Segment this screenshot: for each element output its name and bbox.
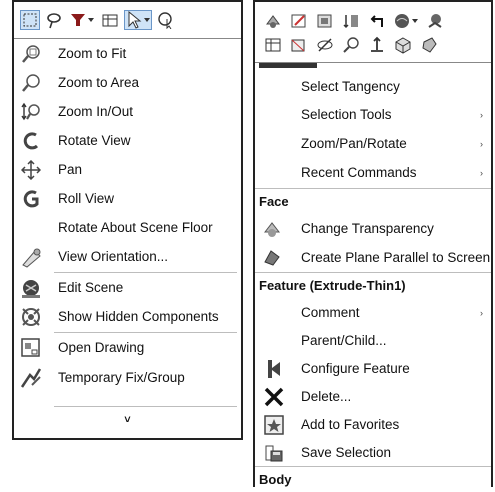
menu-item-roll-view[interactable]: Roll View bbox=[14, 184, 241, 213]
menu-item-edit-scene[interactable]: Edit Scene bbox=[14, 273, 241, 302]
menu-item-label: Pan bbox=[58, 162, 83, 177]
toolbar-divider bbox=[259, 63, 317, 68]
menu-item-label: Selection Tools bbox=[301, 107, 392, 122]
display-icon[interactable] bbox=[315, 11, 335, 31]
menu-item-label: Recent Commands bbox=[301, 165, 417, 180]
menu-item-save-selection[interactable]: Save Selection bbox=[255, 438, 491, 467]
pan-icon bbox=[20, 159, 42, 181]
table-icon[interactable] bbox=[100, 10, 120, 30]
part-icon[interactable] bbox=[419, 35, 439, 55]
menu-item-add-to-favorites[interactable]: Add to Favorites bbox=[255, 410, 491, 439]
more-items-button[interactable]: ˅ bbox=[14, 409, 241, 431]
menu-item-zoom-to-area[interactable]: Zoom to Area bbox=[14, 68, 241, 97]
menu-item-delete[interactable]: Delete... bbox=[255, 382, 491, 411]
menu-item-label: Select Tangency bbox=[301, 79, 400, 94]
menu-item-label: Delete... bbox=[301, 389, 352, 404]
zoom-fit-icon bbox=[20, 43, 42, 65]
submenu-arrow-icon: › bbox=[480, 307, 483, 318]
menu-item-label: Show Hidden Components bbox=[58, 309, 219, 324]
menu-item-label: Zoom to Fit bbox=[58, 46, 127, 61]
menu-item-configure-feature[interactable]: Configure Feature bbox=[255, 354, 491, 383]
plane-parallel-icon bbox=[261, 247, 283, 269]
menu-item-label: Zoom In/Out bbox=[58, 104, 134, 119]
back-arrow-icon[interactable] bbox=[367, 11, 387, 31]
submenu-arrow-icon: › bbox=[480, 167, 483, 178]
rotate-view-icon bbox=[20, 130, 42, 152]
transparency-icon bbox=[261, 218, 283, 240]
relations-icon[interactable] bbox=[341, 11, 361, 31]
section-header-feature: Feature (Extrude-Thin1) bbox=[255, 272, 491, 298]
configure-feature-icon bbox=[263, 358, 285, 380]
menu-item-label: View Orientation... bbox=[58, 249, 169, 264]
menu-item-label: Zoom to Area bbox=[58, 75, 140, 90]
smart-mates-icon[interactable] bbox=[263, 11, 283, 31]
menu-item-pan[interactable]: Pan bbox=[14, 155, 241, 184]
menu-item-label: Configure Feature bbox=[301, 361, 410, 376]
menu-item-label: Roll View bbox=[58, 191, 115, 206]
menu-item-create-plane-parallel[interactable]: Create Plane Parallel to Screen bbox=[255, 243, 491, 272]
menu-item-view-orientation[interactable]: View Orientation... bbox=[14, 242, 241, 271]
lasso-icon[interactable] bbox=[44, 10, 64, 30]
menu-item-select-tangency[interactable]: Select Tangency bbox=[255, 72, 491, 101]
magnify-select-icon[interactable] bbox=[156, 10, 176, 30]
menu-item-label: Comment bbox=[301, 305, 360, 320]
temp-fix-icon bbox=[20, 367, 42, 389]
menu-item-temporary-fix-group[interactable]: Temporary Fix/Group bbox=[14, 363, 241, 392]
menu-item-label: Save Selection bbox=[301, 445, 392, 460]
hide-icon[interactable] bbox=[315, 35, 335, 55]
box-select-icon[interactable] bbox=[20, 10, 40, 30]
appearance-icon[interactable] bbox=[393, 11, 419, 31]
show-hidden-icon bbox=[20, 306, 42, 328]
menu-item-label: Rotate View bbox=[58, 133, 131, 148]
menu-item-label: Open Drawing bbox=[58, 340, 145, 355]
zoom-in-out-icon bbox=[20, 101, 42, 123]
menu-item-label: Edit Scene bbox=[58, 280, 124, 295]
open-drawing-icon bbox=[20, 337, 42, 359]
menu-item-label: Zoom/Pan/Rotate bbox=[301, 136, 407, 151]
menu-item-selection-tools[interactable]: Selection Tools › bbox=[255, 100, 491, 129]
menu-item-zoom-to-fit[interactable]: Zoom to Fit bbox=[14, 39, 241, 68]
table-icon[interactable] bbox=[263, 35, 283, 55]
view-context-menu: Zoom to Fit Zoom to Area Zoom In/Out Rot… bbox=[12, 0, 243, 440]
menu-item-zoom-pan-rotate[interactable]: Zoom/Pan/Rotate › bbox=[255, 129, 491, 158]
right-toolbar bbox=[255, 2, 491, 63]
menu-item-zoom-in-out[interactable]: Zoom In/Out bbox=[14, 97, 241, 126]
section-header-face: Face bbox=[255, 188, 491, 214]
edit-scene-icon bbox=[20, 277, 42, 299]
section-header-body: Body bbox=[255, 466, 491, 492]
zoom-selection-icon[interactable] bbox=[341, 35, 361, 55]
favorites-icon bbox=[263, 414, 285, 436]
delete-icon bbox=[263, 386, 285, 408]
left-toolbar bbox=[14, 2, 241, 39]
menu-item-label: Change Transparency bbox=[301, 221, 434, 236]
face-context-menu: Select Tangency Selection Tools › Zoom/P… bbox=[253, 0, 493, 492]
menu-item-parent-child[interactable]: Parent/Child... bbox=[255, 326, 491, 355]
submenu-arrow-icon: › bbox=[480, 109, 483, 120]
filter-icon[interactable] bbox=[68, 10, 96, 30]
menu-item-label: Add to Favorites bbox=[301, 417, 400, 432]
chevron-down-icon: ˅ bbox=[124, 414, 131, 426]
edit-sketch-icon[interactable] bbox=[289, 11, 309, 31]
assembly-icon[interactable] bbox=[425, 11, 445, 31]
select-arrow-icon[interactable] bbox=[124, 10, 152, 30]
plane-icon[interactable] bbox=[289, 35, 309, 55]
menu-item-comment[interactable]: Comment › bbox=[255, 298, 491, 327]
roll-view-icon bbox=[20, 188, 42, 210]
menu-item-open-drawing[interactable]: Open Drawing bbox=[14, 333, 241, 362]
isometric-icon[interactable] bbox=[393, 35, 413, 55]
menu-item-label: Create Plane Parallel to Screen bbox=[301, 250, 491, 265]
menu-item-recent-commands[interactable]: Recent Commands › bbox=[255, 158, 491, 187]
menu-item-rotate-about-scene-floor[interactable]: Rotate About Scene Floor bbox=[14, 213, 241, 242]
save-selection-icon bbox=[263, 442, 285, 464]
menu-item-label: Temporary Fix/Group bbox=[58, 370, 185, 385]
zoom-area-icon bbox=[20, 72, 42, 94]
view-orientation-icon bbox=[20, 246, 42, 268]
submenu-arrow-icon: › bbox=[480, 138, 483, 149]
menu-item-show-hidden-components[interactable]: Show Hidden Components bbox=[14, 302, 241, 331]
menu-item-label: Parent/Child... bbox=[301, 333, 387, 348]
menu-item-rotate-view[interactable]: Rotate View bbox=[14, 126, 241, 155]
menu-item-change-transparency[interactable]: Change Transparency bbox=[255, 214, 491, 243]
menu-item-label: Rotate About Scene Floor bbox=[58, 220, 213, 235]
normal-to-icon[interactable] bbox=[367, 35, 387, 55]
